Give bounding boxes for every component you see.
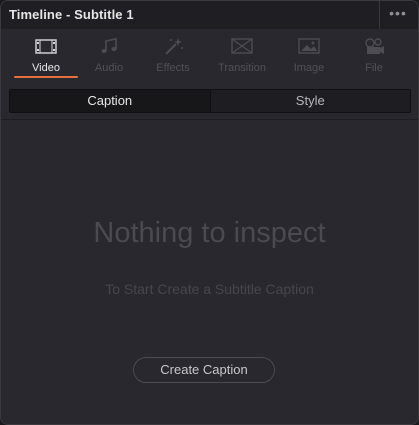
magic-wand-icon [165,38,183,55]
tab-transition-label: Transition [218,62,266,74]
tab-effects-label: Effects [156,62,190,74]
caption-style-switcher: Caption Style [9,89,411,113]
title-bar: Timeline - Subtitle 1 ••• [1,1,418,29]
create-caption-button[interactable]: Create Caption [133,357,275,383]
transition-icon [231,38,253,54]
empty-state-subtitle: To Start Create a Subtitle Caption [105,281,314,297]
tab-file-label: File [365,62,383,74]
film-reel-icon [365,38,384,54]
tab-transition[interactable]: Transition [210,29,274,79]
tab-image[interactable]: Image [277,29,341,79]
subtab-style[interactable]: Style [211,90,411,112]
tab-video-label: Video [32,62,60,74]
tab-effects[interactable]: Effects [141,29,205,79]
content-divider [1,119,418,120]
film-icon [35,39,57,54]
image-icon [298,38,320,54]
tab-audio-label: Audio [94,62,124,74]
empty-state-title: Nothing to inspect [93,217,326,249]
tab-audio[interactable]: Audio [77,29,141,79]
tab-image-label: Image [293,62,325,74]
title-divider [379,1,380,29]
tab-video[interactable]: Video [14,29,78,79]
active-tab-indicator [14,76,78,78]
more-options-icon[interactable]: ••• [384,6,412,23]
inspector-tab-bar: Video Audio Effects Transition Image Fil… [1,29,418,79]
tab-file[interactable]: File [342,29,406,79]
subtab-caption[interactable]: Caption [10,90,211,112]
inspector-panel: Timeline - Subtitle 1 ••• Video Audio Ef… [0,0,419,425]
panel-title: Timeline - Subtitle 1 [9,7,134,22]
music-note-icon [101,38,117,53]
